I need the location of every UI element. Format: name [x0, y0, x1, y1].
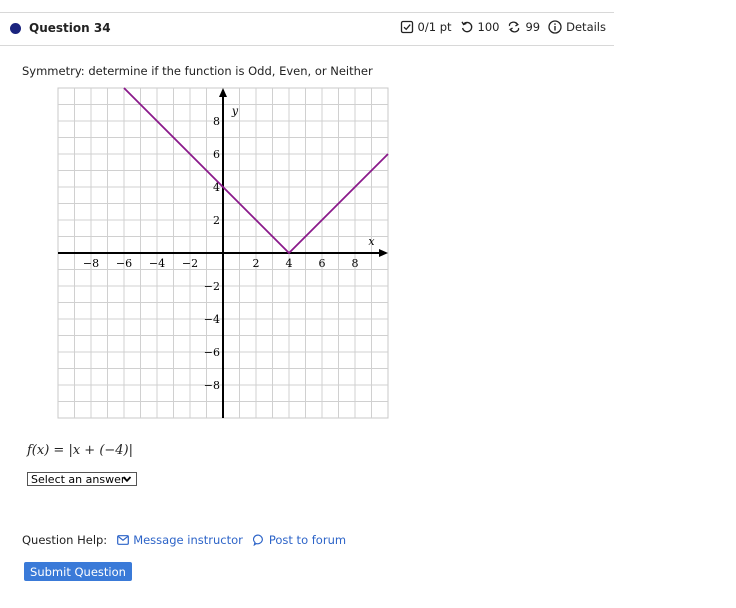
- y-tick-label: 8: [213, 115, 220, 128]
- y-tick-label: 2: [213, 214, 220, 227]
- x-tick-label: −2: [182, 257, 198, 270]
- message-instructor-link[interactable]: Message instructor: [117, 533, 243, 547]
- x-axis-label: x: [368, 235, 375, 248]
- question-help: Question Help: Message instructor Post t…: [22, 533, 346, 547]
- x-tick-label: 8: [352, 257, 359, 270]
- submit-question-button[interactable]: Submit Question: [24, 562, 132, 581]
- y-tick-label: −6: [204, 346, 220, 359]
- attempts-icon: [509, 21, 520, 33]
- answer-select-value: Select an answer: [31, 473, 126, 486]
- function-graph: −8 −6 −4 −2 2 4 6 88642−2−4−6−8xy: [57, 87, 389, 419]
- retries-count: 100: [477, 20, 500, 34]
- x-tick-label: 6: [319, 257, 326, 270]
- y-tick-label: 6: [213, 148, 220, 161]
- y-tick-label: −2: [204, 280, 220, 293]
- message-instructor-label: Message instructor: [133, 533, 243, 547]
- details-link[interactable]: Details: [566, 20, 606, 34]
- question-meta: 0/1 pt 100 99 Details: [400, 20, 606, 34]
- answer-select[interactable]: Select an answer: [27, 472, 137, 486]
- function-expression: f(x) = |x + (−4)|: [27, 443, 133, 458]
- x-tick-label: −8: [83, 257, 99, 270]
- checkbox-icon: [400, 20, 413, 34]
- question-header: Question 34 0/1 pt 100 99 Details: [0, 12, 614, 46]
- x-tick-label: −4: [149, 257, 165, 270]
- chat-bubble-icon: [252, 534, 263, 546]
- question-title: Question 34: [29, 21, 111, 35]
- y-tick-label: −4: [204, 313, 220, 326]
- question-help-label: Question Help:: [22, 533, 108, 547]
- y-tick-label: −8: [204, 379, 220, 392]
- x-tick-label: 4: [286, 257, 293, 270]
- chevron-down-icon: [122, 476, 132, 483]
- score-text: 0/1 pt: [417, 20, 452, 34]
- y-axis-label: y: [231, 104, 239, 117]
- question-status-dot: [10, 23, 21, 34]
- retry-icon: [460, 21, 472, 33]
- post-to-forum-link[interactable]: Post to forum: [252, 533, 347, 547]
- info-icon[interactable]: [548, 20, 562, 34]
- x-tick-label: 2: [253, 257, 260, 270]
- question-prompt: Symmetry: determine if the function is O…: [22, 64, 373, 78]
- mail-icon: [117, 535, 130, 545]
- x-tick-label: −6: [116, 257, 132, 270]
- attempts-count: 99: [525, 20, 541, 34]
- post-to-forum-label: Post to forum: [268, 533, 347, 547]
